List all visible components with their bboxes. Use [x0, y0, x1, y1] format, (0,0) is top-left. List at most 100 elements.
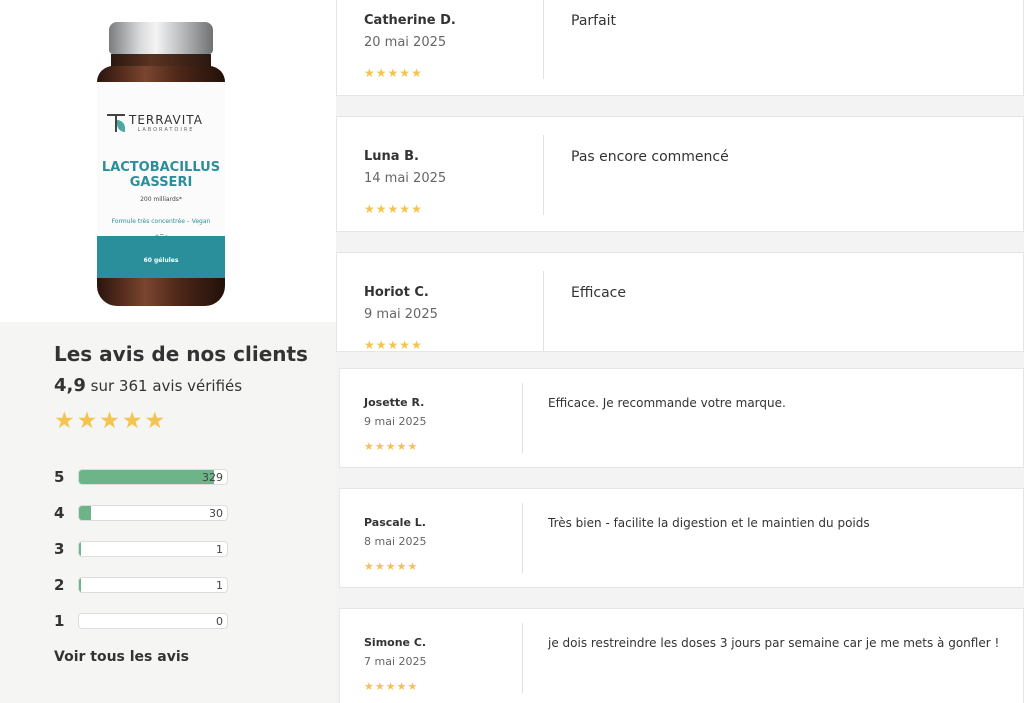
rating-level-label: 5 — [54, 468, 65, 486]
review-card: Pascale L. 8 mai 2025 ★ ★ ★ ★ ★ Très bien - fac… — [339, 488, 1024, 588]
star-icon: ★ — [374, 560, 385, 573]
star-icon: ★ — [396, 440, 407, 453]
review-divider — [522, 503, 523, 573]
star-icon: ★ — [375, 202, 387, 216]
average-score: 4,9 sur 361 avis vérifiés — [54, 375, 242, 396]
review-comment: Efficace — [571, 285, 626, 301]
star-icon: ★ — [364, 560, 374, 573]
rating-level-label: 4 — [54, 504, 65, 522]
review-author: Josette R. — [364, 396, 425, 409]
star-icon: ★ — [396, 560, 407, 573]
product-name-line1: LACTOBACILLUS — [101, 160, 221, 175]
review-stars: ★ ★ ★ ★ ★ — [364, 681, 417, 692]
review-divider — [522, 383, 523, 453]
product-formula: Formule très concentrée – Vegan — [111, 218, 211, 225]
star-icon: ★ — [407, 560, 418, 573]
rating-bar: 0 — [78, 613, 228, 629]
review-card: Simone C. 7 mai 2025 ★ ★ ★ ★ ★ je dois restrein… — [339, 608, 1024, 703]
rating-level-label: 2 — [54, 576, 65, 594]
review-comment: Pas encore commencé — [571, 149, 729, 165]
star-icon: ★ — [396, 680, 407, 693]
review-divider — [543, 135, 544, 215]
rating-bar-fill — [79, 578, 82, 592]
rating-level-label: 1 — [54, 612, 65, 630]
review-divider — [522, 623, 523, 693]
review-divider — [543, 271, 544, 351]
rating-row-4[interactable]: 4 30 — [54, 504, 229, 522]
star-icon: ★ — [364, 66, 375, 80]
brand-subtitle: LABORATOIRE — [137, 126, 195, 133]
rating-bar: 1 — [78, 577, 228, 593]
star-icon: ★ — [387, 338, 399, 352]
rating-bar-fill — [79, 542, 82, 556]
review-comment: je dois restreindre les doses 3 jours pa… — [548, 636, 1000, 650]
review-date: 20 mai 2025 — [364, 35, 447, 50]
star-icon: ★ — [144, 408, 166, 434]
review-comment: Très bien - facilite la digestion et le … — [548, 516, 870, 530]
rating-bar: 329 — [78, 469, 228, 485]
star-icon: ★ — [364, 680, 374, 693]
star-icon: ★ — [411, 66, 422, 80]
jar-label: TERRAVITA LABORATOIRE LACTOBACILLUS GASS… — [97, 82, 225, 278]
rating-row-2[interactable]: 21 — [54, 576, 229, 594]
product-dose: 200 milliards* — [140, 196, 182, 203]
rating-count: 0 — [216, 615, 223, 628]
rating-bar: 1 — [78, 541, 228, 557]
product-name-line2: GASSERI — [129, 175, 193, 190]
reviews-list: Catherine D. 20 mai 2025 ★ ★ ★ ★ ★ Parfait Luna … — [336, 0, 1024, 703]
star-icon: ★ — [387, 66, 399, 80]
review-stars: ★ ★ ★ ★ ★ — [364, 561, 417, 572]
star-icon: ★ — [411, 202, 422, 216]
review-comment: Parfait — [571, 13, 617, 29]
star-icon: ★ — [411, 338, 422, 352]
rating-bar: 30 — [78, 505, 228, 521]
review-author: Simone C. — [364, 636, 427, 649]
average-stars: ★ ★ ★ ★ ★ — [54, 410, 165, 433]
brand-name: TERRAVITA — [129, 112, 203, 127]
review-stars: ★ ★ ★ ★ ★ — [364, 67, 422, 79]
star-icon: ★ — [385, 560, 396, 573]
rating-bar-fill — [79, 506, 91, 520]
rating-level-label: 3 — [54, 540, 65, 558]
product-count: 60 gélules — [143, 257, 179, 264]
review-card: Horiot C. 9 mai 2025 ★ ★ ★ ★ ★ Efficace — [336, 252, 1024, 352]
see-all-reviews-link[interactable]: Voir tous les avis — [54, 649, 189, 665]
rating-row-3[interactable]: 31 — [54, 540, 229, 558]
rating-row-1[interactable]: 10 — [54, 612, 229, 630]
rating-count: 1 — [216, 579, 223, 592]
rating-count: 329 — [202, 471, 223, 484]
review-card: Catherine D. 20 mai 2025 ★ ★ ★ ★ ★ Parfait — [336, 0, 1024, 96]
review-stars: ★ ★ ★ ★ ★ — [364, 203, 422, 215]
review-stars: ★ ★ ★ ★ ★ — [364, 339, 422, 351]
star-icon: ★ — [375, 338, 387, 352]
star-icon: ★ — [387, 202, 399, 216]
star-icon: ★ — [399, 66, 411, 80]
review-card: Luna B. 14 mai 2025 ★ ★ ★ ★ ★ Pas encore commen… — [336, 116, 1024, 232]
product-name: LACTOBACILLUS GASSERI — [97, 160, 225, 190]
review-divider — [543, 0, 544, 79]
review-comment: Efficace. Je recommande votre marque. — [548, 396, 786, 410]
score-value: 4,9 — [54, 375, 86, 396]
review-date: 7 mai 2025 — [364, 655, 427, 668]
rating-row-5[interactable]: 5 329 — [54, 468, 229, 486]
star-icon: ★ — [385, 440, 396, 453]
star-icon: ★ — [407, 440, 418, 453]
star-icon: ★ — [76, 408, 98, 434]
review-card: Josette R. 9 mai 2025 ★ ★ ★ ★ ★ Efficace. Je re… — [339, 368, 1024, 468]
review-stars: ★ ★ ★ ★ ★ — [364, 441, 417, 452]
product-image: TERRAVITA LABORATOIRE LACTOBACILLUS GASS… — [0, 0, 336, 322]
brand-logo: TERRAVITA LABORATOIRE — [107, 112, 203, 134]
terravita-logo-icon — [107, 112, 125, 134]
review-date: 9 mai 2025 — [364, 415, 427, 428]
review-author: Pascale L. — [364, 516, 426, 529]
review-author: Catherine D. — [364, 13, 456, 28]
review-date: 8 mai 2025 — [364, 535, 427, 548]
rating-count: 1 — [216, 543, 223, 556]
star-icon: ★ — [375, 66, 387, 80]
star-icon: ★ — [121, 408, 143, 434]
review-date: 14 mai 2025 — [364, 171, 447, 186]
review-author: Horiot C. — [364, 285, 429, 300]
star-icon: ★ — [385, 680, 396, 693]
star-icon: ★ — [364, 338, 375, 352]
review-date: 9 mai 2025 — [364, 307, 438, 322]
